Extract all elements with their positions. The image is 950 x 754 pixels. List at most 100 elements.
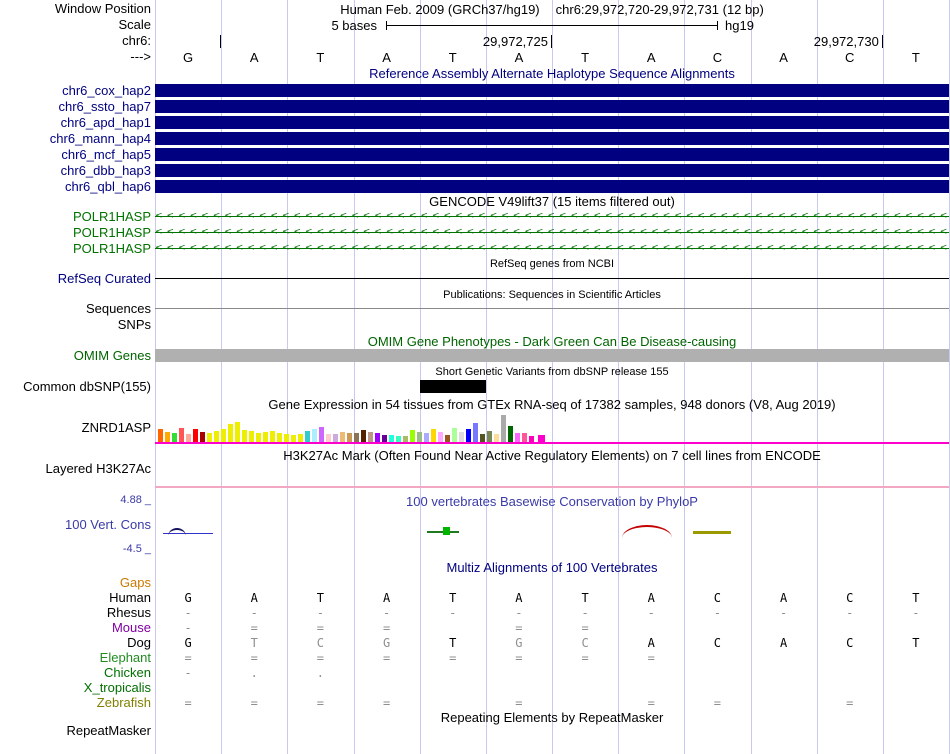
- repeatmasker-label[interactable]: RepeatMasker: [0, 724, 151, 738]
- refseq-curated-label[interactable]: RefSeq Curated: [0, 272, 151, 286]
- haplotype-label[interactable]: chr6_qbl_hap6: [0, 180, 151, 193]
- sequences-line[interactable]: [155, 308, 949, 309]
- gene-marker[interactable]: [538, 435, 545, 442]
- haplotype-label[interactable]: chr6_mann_hap4: [0, 132, 151, 145]
- expression-bar[interactable]: [424, 433, 429, 442]
- expression-bar[interactable]: [256, 433, 261, 442]
- haplotype-label[interactable]: chr6_mcf_hap5: [0, 148, 151, 161]
- expression-bar[interactable]: [431, 429, 436, 442]
- expression-bar[interactable]: [501, 415, 506, 442]
- alignment-row[interactable]: GATATATACACT: [155, 591, 949, 605]
- conservation-mark[interactable]: [693, 531, 731, 534]
- expression-bar[interactable]: [249, 431, 254, 442]
- expression-bar[interactable]: [270, 431, 275, 442]
- haplotype-label[interactable]: chr6_dbb_hap3: [0, 164, 151, 177]
- haplotype-bar[interactable]: [155, 116, 949, 129]
- gene-arrow-track[interactable]: <<<<<<<<<<<<<<<<<<<<<<<<<<<<<<<<<<<<<<<<…: [155, 226, 949, 239]
- haplotype-bar[interactable]: [155, 132, 949, 145]
- expression-bar[interactable]: [207, 433, 212, 442]
- expression-bar[interactable]: [452, 428, 457, 442]
- expression-bar[interactable]: [375, 433, 380, 442]
- expression-bar[interactable]: [340, 432, 345, 442]
- h3k27ac-label[interactable]: Layered H3K27Ac: [0, 462, 151, 476]
- expression-bar[interactable]: [473, 423, 478, 442]
- expression-bar[interactable]: [291, 435, 296, 442]
- expression-bar[interactable]: [298, 434, 303, 442]
- gtex-gene-line[interactable]: [155, 442, 949, 444]
- haplotype-bar[interactable]: [155, 148, 949, 161]
- species-label[interactable]: Mouse: [0, 621, 151, 635]
- expression-bar[interactable]: [221, 429, 226, 442]
- expression-bar[interactable]: [319, 427, 324, 442]
- expression-bar[interactable]: [193, 429, 198, 442]
- haplotype-bar[interactable]: [155, 100, 949, 113]
- haplotype-label[interactable]: chr6_cox_hap2: [0, 84, 151, 97]
- expression-bar[interactable]: [242, 430, 247, 442]
- species-label[interactable]: X_tropicalis: [0, 681, 151, 695]
- snps-label[interactable]: SNPs: [0, 318, 151, 332]
- expression-bar[interactable]: [347, 433, 352, 442]
- alignment-row[interactable]: - = = = = =: [155, 621, 949, 635]
- gene-arrow-track[interactable]: <<<<<<<<<<<<<<<<<<<<<<<<<<<<<<<<<<<<<<<<…: [155, 210, 949, 223]
- haplotype-label[interactable]: chr6_apd_hap1: [0, 116, 151, 129]
- expression-bar[interactable]: [326, 434, 331, 442]
- expression-bar[interactable]: [158, 429, 163, 442]
- expression-bar[interactable]: [361, 430, 366, 442]
- alignment-row[interactable]: = = = = = = = =: [155, 696, 949, 710]
- h3k27ac-signal-line[interactable]: [155, 486, 949, 488]
- species-label[interactable]: Gaps: [0, 576, 151, 590]
- expression-bar[interactable]: [333, 434, 338, 442]
- dbsnp-label[interactable]: Common dbSNP(155): [0, 380, 151, 394]
- expression-bar[interactable]: [480, 434, 485, 442]
- position-range[interactable]: chr6:29,972,720-29,972,731 (12 bp): [556, 2, 764, 17]
- species-label[interactable]: Human: [0, 591, 151, 605]
- gene-label[interactable]: POLR1HASP: [0, 226, 151, 239]
- expression-bar[interactable]: [263, 432, 268, 442]
- expression-bar[interactable]: [494, 434, 499, 442]
- expression-bar[interactable]: [284, 434, 289, 442]
- gtex-gene-label[interactable]: ZNRD1ASP: [0, 421, 151, 435]
- expression-bar[interactable]: [368, 432, 373, 442]
- refseq-gene-line[interactable]: [155, 278, 949, 279]
- expression-bar[interactable]: [354, 433, 359, 442]
- sequences-label[interactable]: Sequences: [0, 302, 151, 316]
- alignment-row[interactable]: GTCGTGCACACT: [155, 636, 949, 650]
- species-label[interactable]: Zebrafish: [0, 696, 151, 710]
- alignment-row[interactable]: [155, 681, 949, 695]
- haplotype-label[interactable]: chr6_ssto_hap7: [0, 100, 151, 113]
- expression-bar[interactable]: [515, 433, 520, 442]
- expression-bar[interactable]: [466, 429, 471, 442]
- expression-bar[interactable]: [277, 433, 282, 442]
- conservation-label[interactable]: 100 Vert. Cons: [0, 518, 151, 532]
- species-label[interactable]: Chicken: [0, 666, 151, 680]
- expression-bar[interactable]: [305, 431, 310, 442]
- expression-bar[interactable]: [172, 433, 177, 442]
- strand-arrow-label[interactable]: --->: [0, 50, 151, 64]
- expression-bar[interactable]: [438, 432, 443, 442]
- expression-bar[interactable]: [487, 431, 492, 442]
- alignment-row[interactable]: [155, 576, 949, 590]
- haplotype-bar[interactable]: [155, 164, 949, 177]
- expression-bar[interactable]: [235, 422, 240, 442]
- expression-bar[interactable]: [214, 431, 219, 442]
- haplotype-bar[interactable]: [155, 84, 949, 97]
- alignment-row[interactable]: = = = = = = = =: [155, 651, 949, 665]
- gene-arrow-track[interactable]: <<<<<<<<<<<<<<<<<<<<<<<<<<<<<<<<<<<<<<<<…: [155, 242, 949, 255]
- omim-bar[interactable]: [155, 349, 949, 362]
- omim-label[interactable]: OMIM Genes: [0, 349, 151, 363]
- conservation-mark[interactable]: [443, 527, 450, 535]
- alignment-row[interactable]: ------------: [155, 606, 949, 620]
- expression-bar[interactable]: [522, 433, 527, 442]
- gene-label[interactable]: POLR1HASP: [0, 242, 151, 255]
- expression-bar[interactable]: [228, 424, 233, 442]
- species-label[interactable]: Elephant: [0, 651, 151, 665]
- alignment-row[interactable]: -..: [155, 666, 949, 680]
- gene-label[interactable]: POLR1HASP: [0, 210, 151, 223]
- expression-bar[interactable]: [410, 430, 415, 442]
- expression-bar[interactable]: [417, 432, 422, 442]
- expression-bar[interactable]: [389, 435, 394, 442]
- expression-bar[interactable]: [382, 435, 387, 442]
- expression-bar[interactable]: [200, 432, 205, 442]
- expression-bar[interactable]: [186, 434, 191, 442]
- expression-bar[interactable]: [165, 432, 170, 442]
